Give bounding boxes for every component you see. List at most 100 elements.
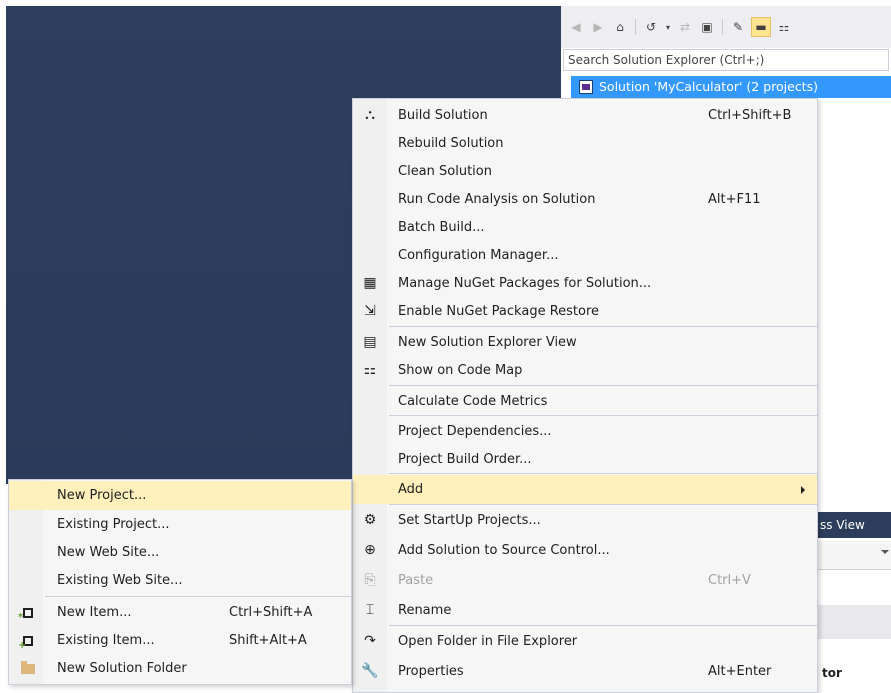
rename-icon: ⌶ [365,602,375,618]
menu-item-label: Configuration Manager... [398,248,559,263]
forward-icon[interactable]: ▶ [589,18,607,36]
paste-icon: ⎘ [364,572,376,588]
menu-item-rebuild-solution[interactable]: Rebuild Solution [353,129,817,158]
source-control-icon: ⊕ [364,542,376,558]
submenu-item-existing-project[interactable]: Existing Project... [9,510,351,539]
tab-class-view[interactable]: ss View [818,512,891,538]
menu-item-shortcut: Alt+F11 [708,192,761,207]
menu-item-label: Build Solution [398,108,488,123]
menu-item-open-folder-in-file-explorer[interactable]: ↷ Open Folder in File Explorer [353,627,817,656]
submenu-item-new-project[interactable]: New Project... [9,481,351,510]
submenu-item-new-solution-folder[interactable]: New Solution Folder [9,654,351,683]
wrench-icon: 🔧 [361,663,379,679]
menu-item-build-solution[interactable]: ⛬ Build Solution Ctrl+Shift+B [353,101,817,130]
tree-node-label: Solution 'MyCalculator' (2 projects) [599,79,818,94]
menu-item-show-on-code-map[interactable]: ⚏ Show on Code Map [353,356,817,385]
new-view-icon: ▤ [363,334,377,350]
panel-dropdown[interactable] [818,541,891,570]
submenu-item-existing-item[interactable]: + Existing Item... Shift+Alt+A [9,626,351,655]
menu-item-shortcut: Ctrl+V [708,573,751,588]
open-folder-icon: ↷ [364,633,376,649]
menu-item-label: Run Code Analysis on Solution [398,192,596,207]
submenu-item-label: Existing Item... [57,633,155,648]
menu-item-manage-nuget-packages-for-solution[interactable]: ▦ Manage NuGet Packages for Solution... [353,269,817,298]
collapse-all-icon[interactable]: ▣ [698,18,716,36]
solution-context-menu: ⛬ Build Solution Ctrl+Shift+B Rebuild Solut… [352,98,818,693]
menu-item-rename[interactable]: ⌶ Rename [353,596,817,625]
menu-item-label: Calculate Code Metrics [398,394,548,409]
submenu-item-label: New Solution Folder [57,661,187,676]
menu-separator [389,326,817,327]
submenu-item-existing-web-site[interactable]: Existing Web Site... [9,566,351,595]
menu-item-enable-nuget-package-restore[interactable]: ⇲ Enable NuGet Package Restore [353,297,817,326]
submenu-item-label: New Project... [57,488,147,503]
menu-item-run-code-analysis-on-solution[interactable]: Run Code Analysis on Solution Alt+F11 [353,185,817,214]
submenu-item-shortcut: Ctrl+Shift+A [229,605,313,620]
gear-icon: ⚙ [363,512,377,528]
existing-item-icon: + [18,626,37,655]
menu-item-set-startup-projects[interactable]: ⚙ Set StartUp Projects... [353,506,817,535]
preview-icon[interactable]: ▬ [751,17,771,37]
menu-item-shortcut: Ctrl+Shift+B [708,108,792,123]
menu-item-label: New Solution Explorer View [398,335,577,350]
menu-item-calculate-code-metrics[interactable]: Calculate Code Metrics [353,387,817,416]
menu-item-label: Add Solution to Source Control... [398,543,610,558]
menu-item-label: Manage NuGet Packages for Solution... [398,276,652,291]
submenu-item-new-web-site[interactable]: New Web Site... [9,538,351,567]
build-icon: ⛬ [365,107,375,123]
menu-item-new-solution-explorer-view[interactable]: ▤ New Solution Explorer View [353,328,817,357]
menu-item-label: Set StartUp Projects... [398,513,541,528]
submenu-item-label: Existing Project... [57,517,170,532]
history-icon[interactable]: ↺ [642,18,660,36]
menu-item-label: Paste [398,573,434,588]
new-item-icon: * [18,598,37,627]
back-icon[interactable]: ◀ [567,18,585,36]
dropdown-icon[interactable]: ▾ [664,18,672,36]
menu-item-label: Enable NuGet Package Restore [398,304,600,319]
menu-separator [389,504,817,505]
menu-item-batch-build[interactable]: Batch Build... [353,213,817,242]
submenu-item-new-item[interactable]: * New Item... Ctrl+Shift+A [9,598,351,627]
code-map-icon: ⚏ [363,362,377,378]
menu-item-label: Open Folder in File Explorer [398,634,578,649]
menu-item-label: Clean Solution [398,164,492,179]
folder-icon [19,654,37,683]
sync-icon[interactable]: ⇄ [676,18,694,36]
panel-header [818,605,891,639]
chevron-down-icon [881,550,889,554]
menu-item-label: Show on Code Map [398,363,523,378]
menu-separator [389,385,817,386]
submenu-separator [45,596,351,597]
menu-item-clean-solution[interactable]: Clean Solution [353,157,817,186]
toolbar-separator [722,19,723,35]
properties-wrench-icon[interactable]: ✎ [729,18,747,36]
solution-icon [579,80,593,94]
submenu-item-label: New Web Site... [57,545,160,560]
menu-item-project-dependencies[interactable]: Project Dependencies... [353,417,817,446]
menu-item-shortcut: Alt+Enter [708,664,772,679]
search-input[interactable]: Search Solution Explorer (Ctrl+;) [563,49,889,71]
package-restore-icon: ⇲ [364,303,376,319]
toolbar-separator [635,19,636,35]
submenu-arrow-icon [801,486,805,494]
menu-item-add-solution-to-source-control[interactable]: ⊕ Add Solution to Source Control... [353,536,817,565]
submenu-item-shortcut: Shift+Alt+A [229,633,307,648]
menu-item-paste[interactable]: ⎘ Paste Ctrl+V [353,566,817,595]
menu-item-add[interactable]: Add [353,475,817,504]
menu-item-label: Add [398,482,424,497]
menu-item-label: Properties [398,664,464,679]
code-map-icon[interactable]: ⚏ [775,18,793,36]
submenu-item-label: Existing Web Site... [57,573,183,588]
home-icon[interactable]: ⌂ [611,18,629,36]
menu-item-label: Batch Build... [398,220,485,235]
menu-item-label: Rebuild Solution [398,136,504,151]
submenu-item-label: New Item... [57,605,132,620]
menu-item-project-build-order[interactable]: Project Build Order... [353,445,817,474]
solution-explorer-toolbar: ◀ ▶ ⌂ ↺ ▾ ⇄ ▣ ✎ ▬ ⚏ [561,6,891,48]
nuget-icon: ▦ [363,275,377,291]
panel-bold-text: tor [822,666,842,680]
menu-item-configuration-manager[interactable]: Configuration Manager... [353,241,817,270]
menu-item-properties[interactable]: 🔧 Properties Alt+Enter [353,657,817,686]
menu-item-label: Rename [398,603,452,618]
tree-node-solution[interactable]: Solution 'MyCalculator' (2 projects) [571,76,891,98]
